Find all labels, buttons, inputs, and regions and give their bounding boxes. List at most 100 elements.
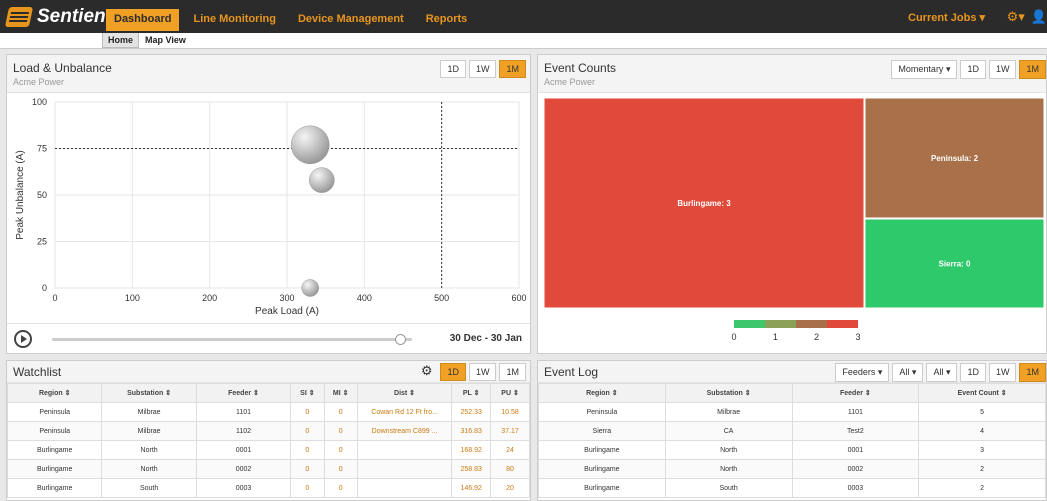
range-1w-button[interactable]: 1W — [468, 363, 497, 381]
table-row[interactable]: Peninsula Milbrae 1101 5 — [538, 402, 1046, 422]
table-cell: 0 — [290, 478, 325, 498]
y-tick-label: 100 — [32, 97, 47, 107]
x-tick-label: 0 — [52, 293, 57, 303]
event-controls: Momentary ▾ 1D 1W 1M — [891, 60, 1046, 79]
color-scale-segment — [765, 320, 796, 328]
range-1w-button[interactable]: 1W — [988, 363, 1017, 382]
column-header[interactable]: PU ⇕ — [490, 383, 530, 403]
range-1m-button[interactable]: 1M — [499, 363, 526, 381]
range-1d-button[interactable]: 1D — [960, 60, 986, 79]
range-1w-button[interactable]: 1W — [988, 60, 1017, 79]
table-cell: 0002 — [791, 459, 920, 479]
x-tick-label: 300 — [279, 293, 294, 303]
column-header[interactable]: MI ⇕ — [323, 383, 358, 403]
scatter-chart: 0 100 200 300 400 500 600 0 25 50 75 100 Peak Load (… — [7, 94, 530, 320]
all-filter-2[interactable]: All ▾ — [926, 363, 958, 382]
table-row[interactable]: Burlingame South 0003 2 — [538, 478, 1046, 498]
time-slider-bar: 30 Dec - 30 Jan — [7, 323, 530, 353]
table-cell: Sierra — [538, 421, 666, 441]
color-scale-tick: 2 — [814, 332, 819, 342]
table-cell: 258.83 — [451, 459, 492, 479]
table-cell: Burlingame — [538, 478, 666, 498]
range-1d-button[interactable]: 1D — [440, 60, 466, 78]
table-cell: 0 — [290, 421, 325, 441]
event-log-table: Region ⇕ Substation ⇕ Feeder ⇕ Event Count … — [538, 383, 1046, 498]
mode-dropdown[interactable]: Momentary ▾ — [891, 60, 958, 79]
gear-icon[interactable]: ⚙ — [421, 363, 433, 381]
table-cell: North — [101, 440, 197, 460]
column-header[interactable]: SI ⇕ — [290, 383, 325, 403]
column-header[interactable]: PL ⇕ — [451, 383, 492, 403]
table-cell: 316.83 — [451, 421, 492, 441]
current-jobs-menu[interactable]: Current Jobs ▾ — [908, 11, 985, 25]
treemap-chart: Burlingame: 3 Peninsula: 2 Sierra: 0 0 1 2 3 — [543, 97, 1045, 342]
column-header[interactable]: Dist ⇕ — [356, 383, 453, 403]
y-tick-label: 0 — [42, 283, 47, 293]
table-row[interactable]: Peninsula Milbrae 1102 0 0 Downstream C899 ..… — [6, 421, 530, 441]
range-1w-button[interactable]: 1W — [468, 60, 497, 78]
range-1m-button[interactable]: 1M — [499, 60, 526, 78]
y-axis-label: Peak Unbalance (A) — [15, 150, 26, 240]
nav-device-management[interactable]: Device Management — [290, 9, 412, 31]
column-header[interactable]: Substation ⇕ — [101, 383, 197, 403]
time-slider-track[interactable] — [52, 334, 412, 345]
brand-name: Sentient — [37, 6, 112, 27]
table-cell: Burlingame — [6, 478, 103, 498]
table-cell: 168.92 — [451, 440, 492, 460]
nav-dashboard[interactable]: Dashboard — [106, 9, 180, 31]
panel-subtitle: Acme Power — [13, 77, 65, 87]
table-cell: 146.92 — [451, 478, 492, 498]
column-header[interactable]: Feeder ⇕ — [791, 383, 920, 403]
table-cell: Milbrae — [101, 421, 197, 441]
color-scale-segment — [734, 320, 765, 328]
subtab-home[interactable]: Home — [102, 33, 140, 48]
range-1m-button[interactable]: 1M — [1019, 60, 1046, 79]
panel-header: Load & Unbalance Acme Power 1D 1W 1M — [7, 55, 530, 93]
table-row[interactable]: Burlingame North 0002 2 — [538, 459, 1046, 479]
column-header[interactable]: Feeder ⇕ — [195, 383, 292, 403]
table-cell: 0 — [323, 459, 358, 479]
range-1m-button[interactable]: 1M — [1019, 363, 1046, 382]
x-axis-label: Peak Load (A) — [255, 306, 319, 317]
data-point — [309, 167, 335, 193]
table-row[interactable]: Burlingame North 0001 0 0 168.92 24 — [6, 440, 530, 460]
all-filter-1[interactable]: All ▾ — [892, 363, 924, 382]
range-1d-button[interactable]: 1D — [960, 363, 986, 382]
table-row[interactable]: Burlingame North 0001 3 — [538, 440, 1046, 460]
column-header[interactable]: Event Count ⇕ — [918, 383, 1046, 403]
column-header[interactable]: Region ⇕ — [6, 383, 103, 403]
treemap-label: Burlingame: 3 — [677, 199, 731, 208]
table-cell: 0 — [290, 459, 325, 479]
treemap-label: Sierra: 0 — [938, 260, 971, 269]
column-header[interactable]: Substation ⇕ — [664, 383, 793, 403]
table-cell: 0003 — [195, 478, 292, 498]
y-tick-label: 50 — [37, 190, 47, 200]
gear-icon[interactable]: ⚙▾ — [1007, 9, 1025, 25]
range-1d-button[interactable]: 1D — [440, 363, 466, 381]
nav-line-monitoring[interactable]: Line Monitoring — [185, 9, 283, 31]
table-row[interactable]: Burlingame North 0002 0 0 258.83 80 — [6, 459, 530, 479]
panel-title: Watchlist — [13, 365, 62, 379]
play-icon[interactable] — [13, 329, 33, 349]
table-cell: 0 — [323, 478, 358, 498]
subtab-map-view[interactable]: Map View — [140, 33, 191, 48]
data-point — [301, 279, 319, 297]
table-cell: 5 — [918, 402, 1046, 422]
column-header[interactable]: Region ⇕ — [538, 383, 666, 403]
logo[interactable]: Sentient — [4, 5, 112, 29]
table-cell: North — [101, 459, 197, 479]
table-row[interactable]: Peninsula Milbrae 1101 0 0 Cowan Rd 12 Ft fro… — [6, 402, 530, 422]
table-cell — [356, 478, 453, 498]
table-row[interactable]: Sierra CA Test2 4 — [538, 421, 1046, 441]
event-counts-panel: Event Counts Acme Power Momentary ▾ 1D 1… — [537, 54, 1047, 354]
x-tick-label: 200 — [202, 293, 217, 303]
user-icon[interactable]: 👤 — [1031, 9, 1047, 25]
table-cell — [356, 440, 453, 460]
panel-title: Event Counts — [544, 61, 617, 75]
table-row[interactable]: Burlingame South 0003 0 0 146.92 20 — [6, 478, 530, 498]
feeders-filter[interactable]: Feeders ▾ — [835, 363, 890, 382]
table-cell: 2 — [918, 459, 1046, 479]
time-slider-handle[interactable] — [395, 334, 407, 345]
nav-reports[interactable]: Reports — [418, 9, 476, 31]
color-scale-tick: 0 — [731, 332, 736, 342]
